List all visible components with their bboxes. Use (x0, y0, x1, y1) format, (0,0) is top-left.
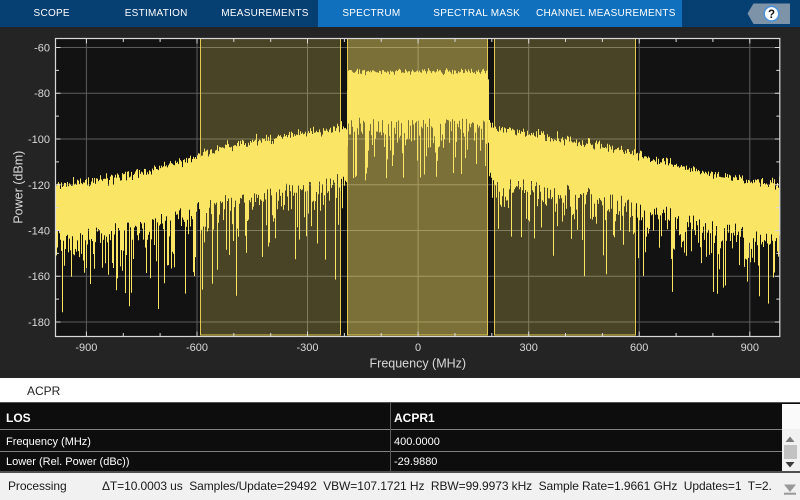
svg-text:-100: -100 (28, 134, 50, 146)
svg-text:0: 0 (415, 342, 421, 354)
svg-text:300: 300 (520, 342, 538, 354)
svg-text:900: 900 (741, 342, 759, 354)
svg-text:-300: -300 (296, 342, 318, 354)
svg-text:-600: -600 (186, 342, 208, 354)
svg-text:?: ? (768, 9, 775, 21)
svg-text:Power (dBm): Power (dBm) (11, 151, 25, 224)
svg-text:600: 600 (630, 342, 648, 354)
svg-text:-140: -140 (28, 226, 50, 238)
svg-text:-60: -60 (34, 43, 50, 55)
svg-text:-900: -900 (75, 342, 97, 354)
svg-text:-120: -120 (28, 180, 50, 192)
svg-text:-80: -80 (34, 88, 50, 100)
svg-text:Frequency (MHz): Frequency (MHz) (370, 357, 467, 371)
svg-text:-160: -160 (28, 271, 50, 283)
svg-text:-180: -180 (28, 317, 50, 329)
